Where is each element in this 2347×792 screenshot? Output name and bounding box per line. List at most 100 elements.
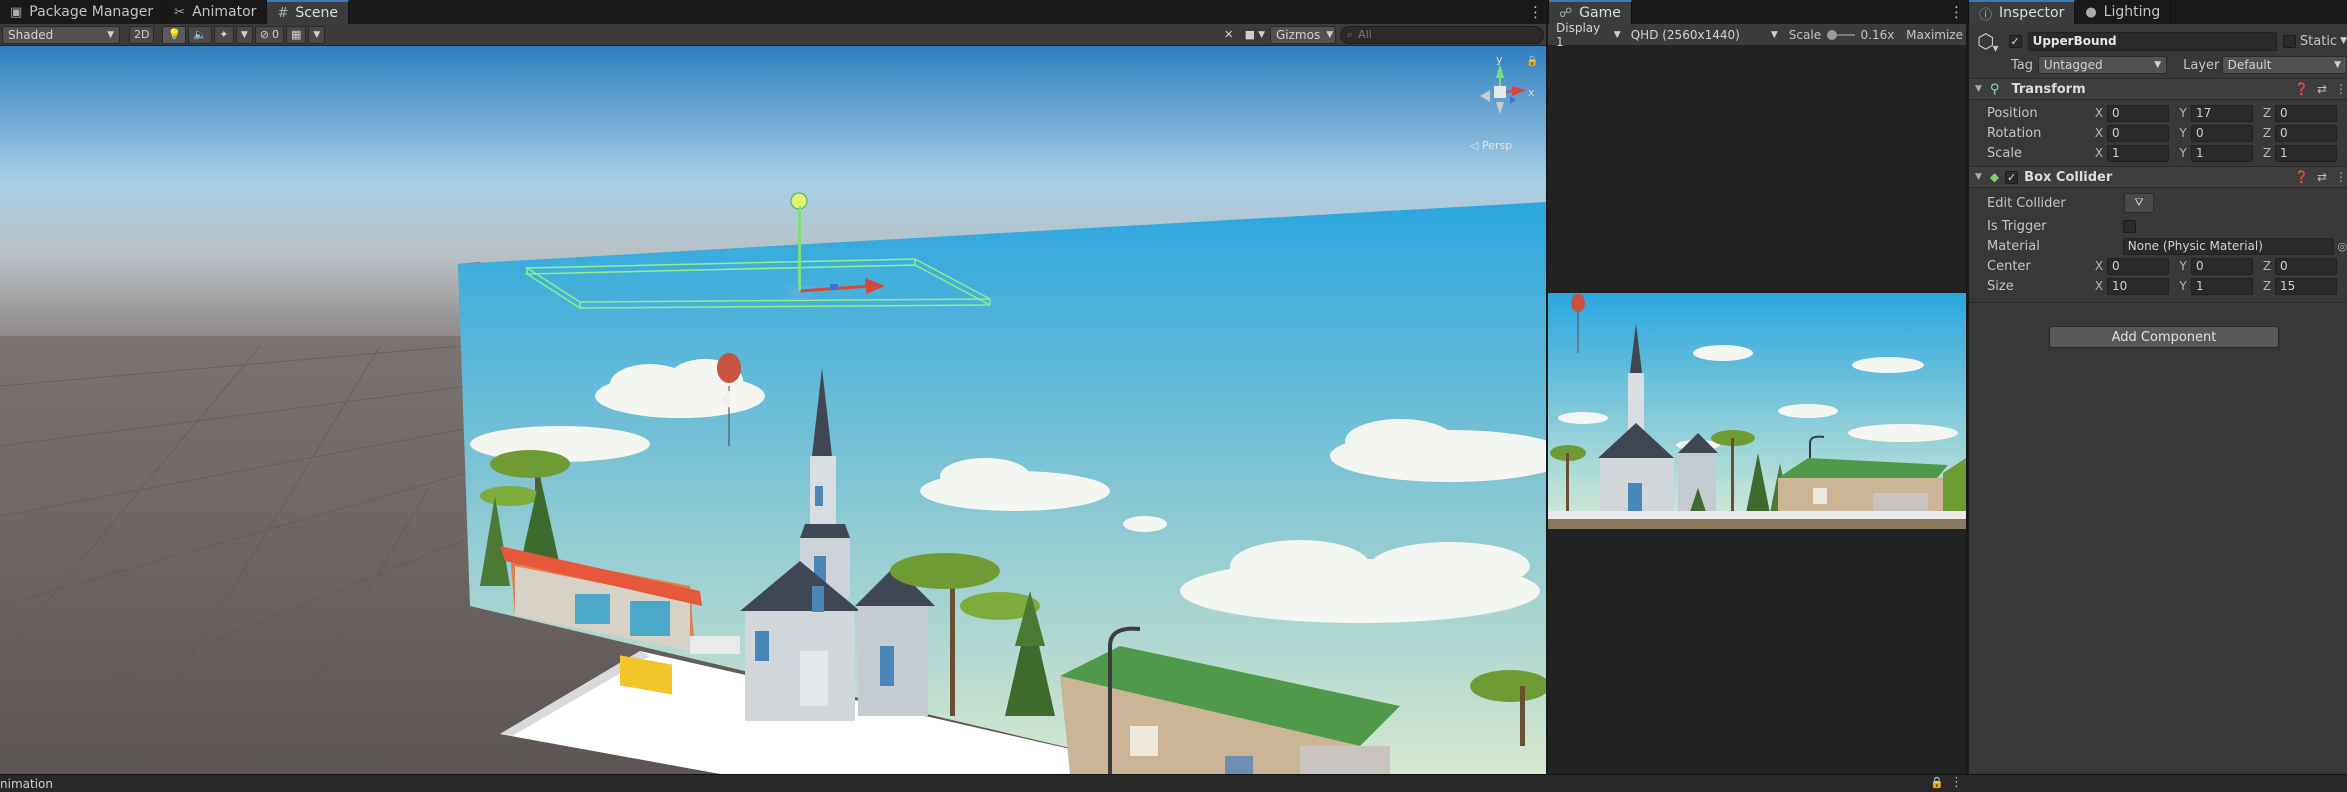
static-checkbox[interactable]: [2282, 34, 2296, 48]
axis-z-label[interactable]: Z: [2261, 106, 2273, 120]
center-y-input[interactable]: 0: [2191, 257, 2253, 275]
effects-dropdown[interactable]: ▼: [235, 25, 253, 44]
tag-dropdown[interactable]: Untagged ▼: [2037, 56, 2168, 74]
tab-package-manager[interactable]: ▣ Package Manager: [0, 0, 165, 24]
layer-label: Layer: [2183, 57, 2220, 73]
scene-orientation-gizmo[interactable]: y x 🔒: [1460, 53, 1540, 136]
chevron-down-icon[interactable]: ▼: [2340, 36, 2347, 46]
axis-y-label[interactable]: Y: [2177, 259, 2189, 273]
material-label: Material: [1987, 238, 2040, 254]
display-dropdown[interactable]: Display 1 ▼: [1551, 21, 1626, 49]
edit-collider-button[interactable]: ⛛: [2124, 193, 2154, 213]
axis-x-label[interactable]: X: [2093, 106, 2105, 120]
game-toolbar: Display 1 ▼ QHD (2560x1440) ▼ Scale 0.16…: [1548, 21, 1966, 49]
scene-effects-toggle[interactable]: ✦: [213, 25, 234, 44]
scene-search-input[interactable]: ⌕ All: [1340, 25, 1544, 44]
material-row: Material None (Physic Material) ◎: [1969, 237, 2347, 255]
lock-icon[interactable]: 🔒: [1930, 776, 1944, 789]
axis-x-label[interactable]: X: [2093, 279, 2105, 293]
axis-y-label[interactable]: Y: [2177, 106, 2189, 120]
search-placeholder: All: [1358, 28, 1372, 41]
center-label[interactable]: Center: [1987, 259, 2093, 274]
game-view-viewport[interactable]: [1548, 46, 1966, 774]
scene-lighting-toggle[interactable]: 💡: [162, 25, 187, 44]
help-icon[interactable]: ❓: [2294, 82, 2309, 96]
edit-collider-row: Edit Collider ⛛: [1969, 192, 2347, 214]
center-z-input[interactable]: 0: [2275, 257, 2337, 275]
preset-icon[interactable]: ⇄: [2317, 82, 2327, 96]
rotation-x-input[interactable]: 0: [2107, 124, 2169, 142]
scale-y-input[interactable]: 1: [2191, 144, 2253, 162]
axis-x-label[interactable]: X: [2093, 259, 2105, 273]
material-object-field[interactable]: None (Physic Material): [2122, 237, 2335, 255]
preset-icon[interactable]: ⇄: [2317, 170, 2327, 184]
tag-layer-row: Tag Untagged ▼ Layer Default ▼: [1969, 56, 2347, 74]
tab-inspector[interactable]: ⓘ Inspector: [1969, 0, 2076, 24]
size-z-input[interactable]: 15: [2275, 277, 2337, 295]
persp-label[interactable]: ◁ Persp: [1470, 139, 1512, 152]
size-label[interactable]: Size: [1987, 279, 2093, 294]
object-active-checkbox[interactable]: ✓: [2008, 34, 2022, 48]
scene-audio-toggle[interactable]: 🔈: [188, 25, 212, 44]
scale-x-input[interactable]: 1: [2107, 144, 2169, 162]
lock-icon[interactable]: 🔒: [1526, 56, 1538, 67]
camera-dropdown[interactable]: ■ ▼: [1241, 26, 1269, 44]
position-y-input[interactable]: 17: [2191, 104, 2253, 122]
axis-y-label[interactable]: Y: [2177, 146, 2189, 160]
scene-visibility-toggle[interactable]: ⊘ 0: [254, 25, 285, 44]
box-collider-header[interactable]: ▼ ◆ ✓ Box Collider ❓ ⇄ ⋮: [1969, 166, 2347, 188]
is-trigger-checkbox[interactable]: [2123, 219, 2136, 233]
box-collider-enabled-checkbox[interactable]: ✓: [2005, 170, 2019, 184]
rotation-y-input[interactable]: 0: [2191, 124, 2253, 142]
scale-label[interactable]: Scale: [1987, 146, 2093, 161]
game-menu-kebab-icon[interactable]: ⋮: [1949, 3, 1964, 21]
axis-z-label[interactable]: Z: [2261, 126, 2273, 140]
axis-y-label[interactable]: Y: [2177, 279, 2189, 293]
object-picker-icon[interactable]: ◎: [2337, 240, 2347, 253]
foldout-arrow-icon[interactable]: ▼: [1975, 84, 1982, 94]
gizmos-dropdown[interactable]: Gizmos ▼: [1270, 25, 1336, 44]
axis-x-label[interactable]: X: [2093, 126, 2105, 140]
component-menu-kebab-icon[interactable]: ⋮: [2335, 170, 2347, 184]
grid-dropdown[interactable]: ▼: [308, 25, 326, 44]
scale-slider-thumb[interactable]: [1827, 29, 1838, 40]
size-y-input[interactable]: 1: [2191, 277, 2253, 295]
position-x-input[interactable]: 0: [2107, 104, 2169, 122]
tab-animator[interactable]: ✂ Animator: [164, 0, 268, 24]
component-menu-kebab-icon[interactable]: ⋮: [2335, 82, 2347, 96]
scene-view-viewport[interactable]: y x 🔒 ◁ Persp: [0, 46, 1546, 774]
foldout-arrow-icon[interactable]: ▼: [1975, 172, 1982, 182]
tab-lighting[interactable]: ● Lighting: [2075, 0, 2172, 24]
maximize-toggle[interactable]: Maximize: [1906, 28, 1963, 42]
axis-z-label[interactable]: Z: [2261, 146, 2273, 160]
size-x-input[interactable]: 10: [2107, 277, 2169, 295]
shading-mode-dropdown[interactable]: Shaded ▼: [2, 25, 120, 44]
position-label[interactable]: Position: [1987, 106, 2093, 121]
rotation-label[interactable]: Rotation: [1987, 126, 2093, 141]
tab-scene[interactable]: # Scene: [267, 0, 350, 24]
object-options-caret-icon[interactable]: ▼: [1992, 44, 1998, 53]
lightbulb-icon: ●: [2085, 4, 2097, 20]
resolution-dropdown[interactable]: QHD (2560x1440) ▼: [1626, 26, 1783, 44]
axis-z-label[interactable]: Z: [2261, 259, 2273, 273]
add-component-button[interactable]: Add Component: [2049, 326, 2279, 348]
tools-toggle[interactable]: ✕: [1219, 26, 1239, 44]
transform-header[interactable]: ▼ ⚲ Transform ❓ ⇄ ⋮: [1969, 78, 2347, 100]
axis-z-label[interactable]: Z: [2261, 279, 2273, 293]
rotation-z-input[interactable]: 0: [2275, 124, 2337, 142]
object-name-input[interactable]: UpperBound: [2027, 31, 2277, 51]
position-z-input[interactable]: 0: [2275, 104, 2337, 122]
scale-slider[interactable]: [1827, 29, 1855, 41]
tab-animation[interactable]: nimation: [0, 777, 53, 791]
layer-dropdown[interactable]: Default ▼: [2221, 56, 2347, 74]
axis-y-label[interactable]: Y: [2177, 126, 2189, 140]
eye-slash-icon: ⊘: [259, 28, 270, 41]
scene-menu-kebab-icon[interactable]: ⋮: [1528, 3, 1543, 21]
grid-toggle[interactable]: ▦: [286, 25, 307, 44]
toggle-2d-button[interactable]: 2D: [129, 25, 155, 44]
axis-x-label[interactable]: X: [2093, 146, 2105, 160]
help-icon[interactable]: ❓: [2294, 170, 2309, 184]
scale-z-input[interactable]: 1: [2275, 144, 2337, 162]
bottom-menu-kebab-icon[interactable]: ⋮: [1950, 775, 1963, 790]
center-x-input[interactable]: 0: [2107, 257, 2169, 275]
